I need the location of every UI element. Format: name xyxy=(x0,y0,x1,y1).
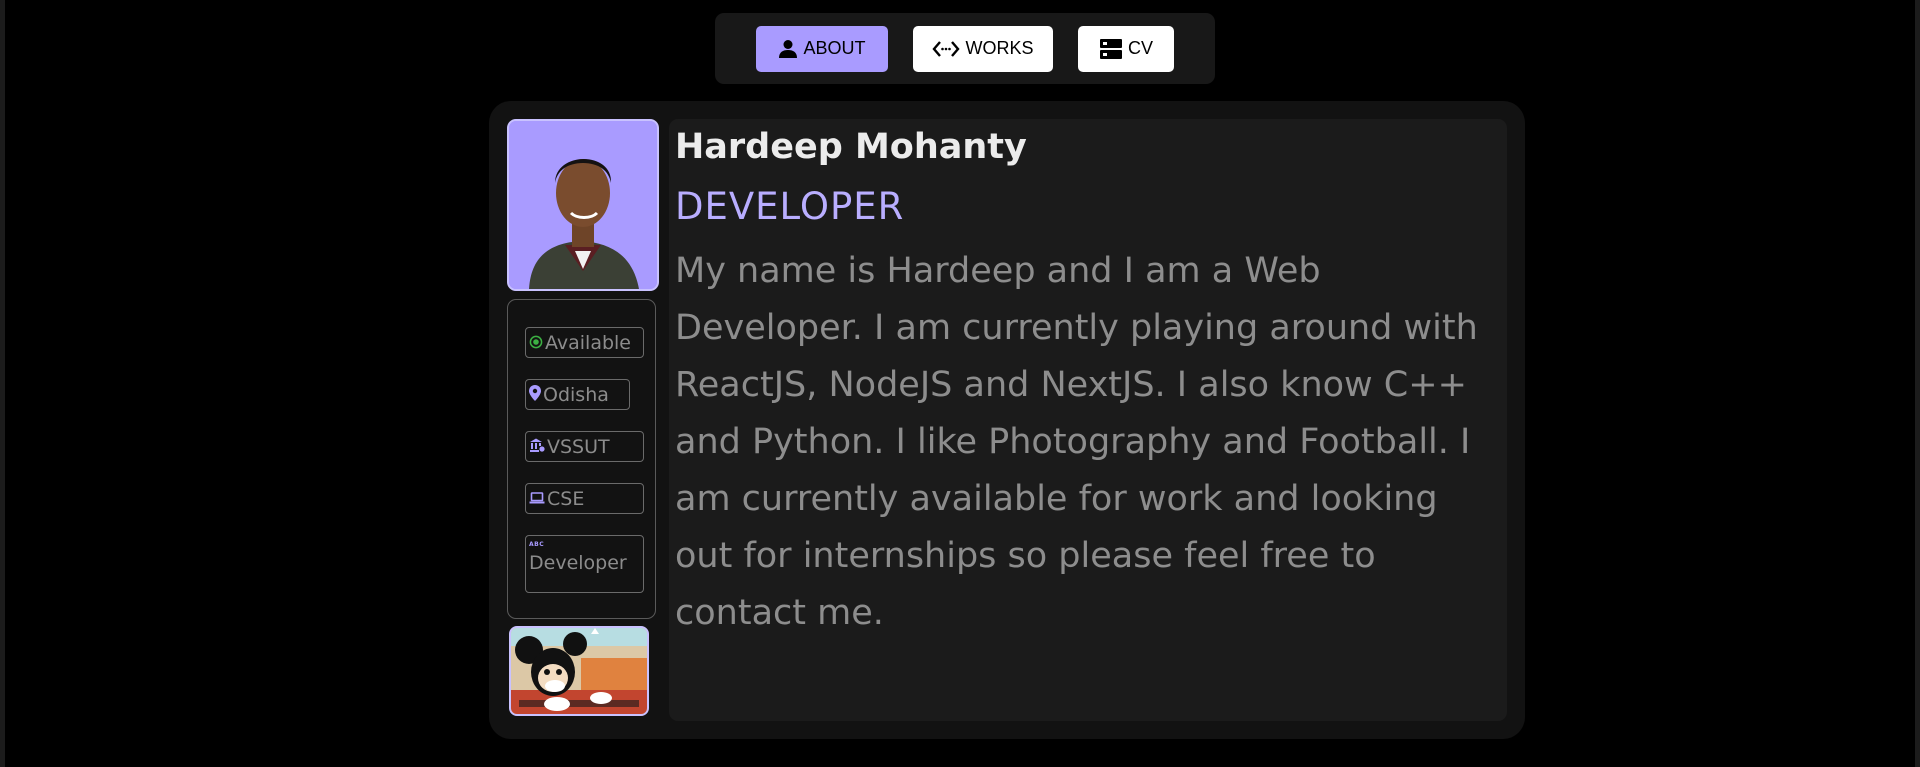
profile-name: Hardeep Mohanty xyxy=(675,127,1027,167)
nav-about-button[interactable]: ABOUT xyxy=(756,25,888,72)
avatar xyxy=(507,119,659,291)
about-panel: Hardeep Mohanty DEVELOPER My name is Har… xyxy=(669,119,1507,721)
top-nav: ABOUT WORKS CV xyxy=(715,13,1215,84)
profile-role: DEVELOPER xyxy=(675,185,905,228)
profile-bio: My name is Hardeep and I am a Web Develo… xyxy=(675,251,1478,633)
nav-works-label: WORKS xyxy=(965,38,1034,58)
nav-cv-label: CV xyxy=(1127,38,1153,58)
tag-available: Available xyxy=(525,327,644,358)
tag-location-label: Odisha xyxy=(543,383,609,406)
tag-location: Odisha xyxy=(525,379,630,410)
cartoon-sticker xyxy=(509,626,649,716)
tag-role: ABC Developer xyxy=(525,535,644,593)
tag-branch: CSE xyxy=(525,483,644,514)
page-frame: ABOUT WORKS CV Available Odisha VSSUT CS… xyxy=(0,0,1920,767)
profile-card: Available Odisha VSSUT CSE ABC Developer… xyxy=(489,101,1525,739)
tag-university: VSSUT xyxy=(525,431,644,462)
laptop-icon xyxy=(529,488,545,510)
institution-icon xyxy=(529,436,545,458)
server-icon xyxy=(1099,37,1123,61)
location-pin-icon xyxy=(529,384,541,406)
tag-available-label: Available xyxy=(545,331,632,354)
abc-icon: ABC xyxy=(529,541,545,548)
available-dot-icon xyxy=(529,332,543,354)
code-icon xyxy=(932,39,961,59)
nav-cv-button[interactable]: CV xyxy=(1078,25,1174,72)
tag-university-label: VSSUT xyxy=(547,435,610,458)
nav-works-button[interactable]: WORKS xyxy=(913,25,1053,72)
nav-about-label: ABOUT xyxy=(803,38,866,58)
profile-tags: Available Odisha VSSUT CSE ABC Developer xyxy=(507,299,656,619)
person-icon xyxy=(778,39,798,59)
tag-branch-label: CSE xyxy=(547,487,585,510)
tag-role-label: Developer xyxy=(529,552,627,574)
